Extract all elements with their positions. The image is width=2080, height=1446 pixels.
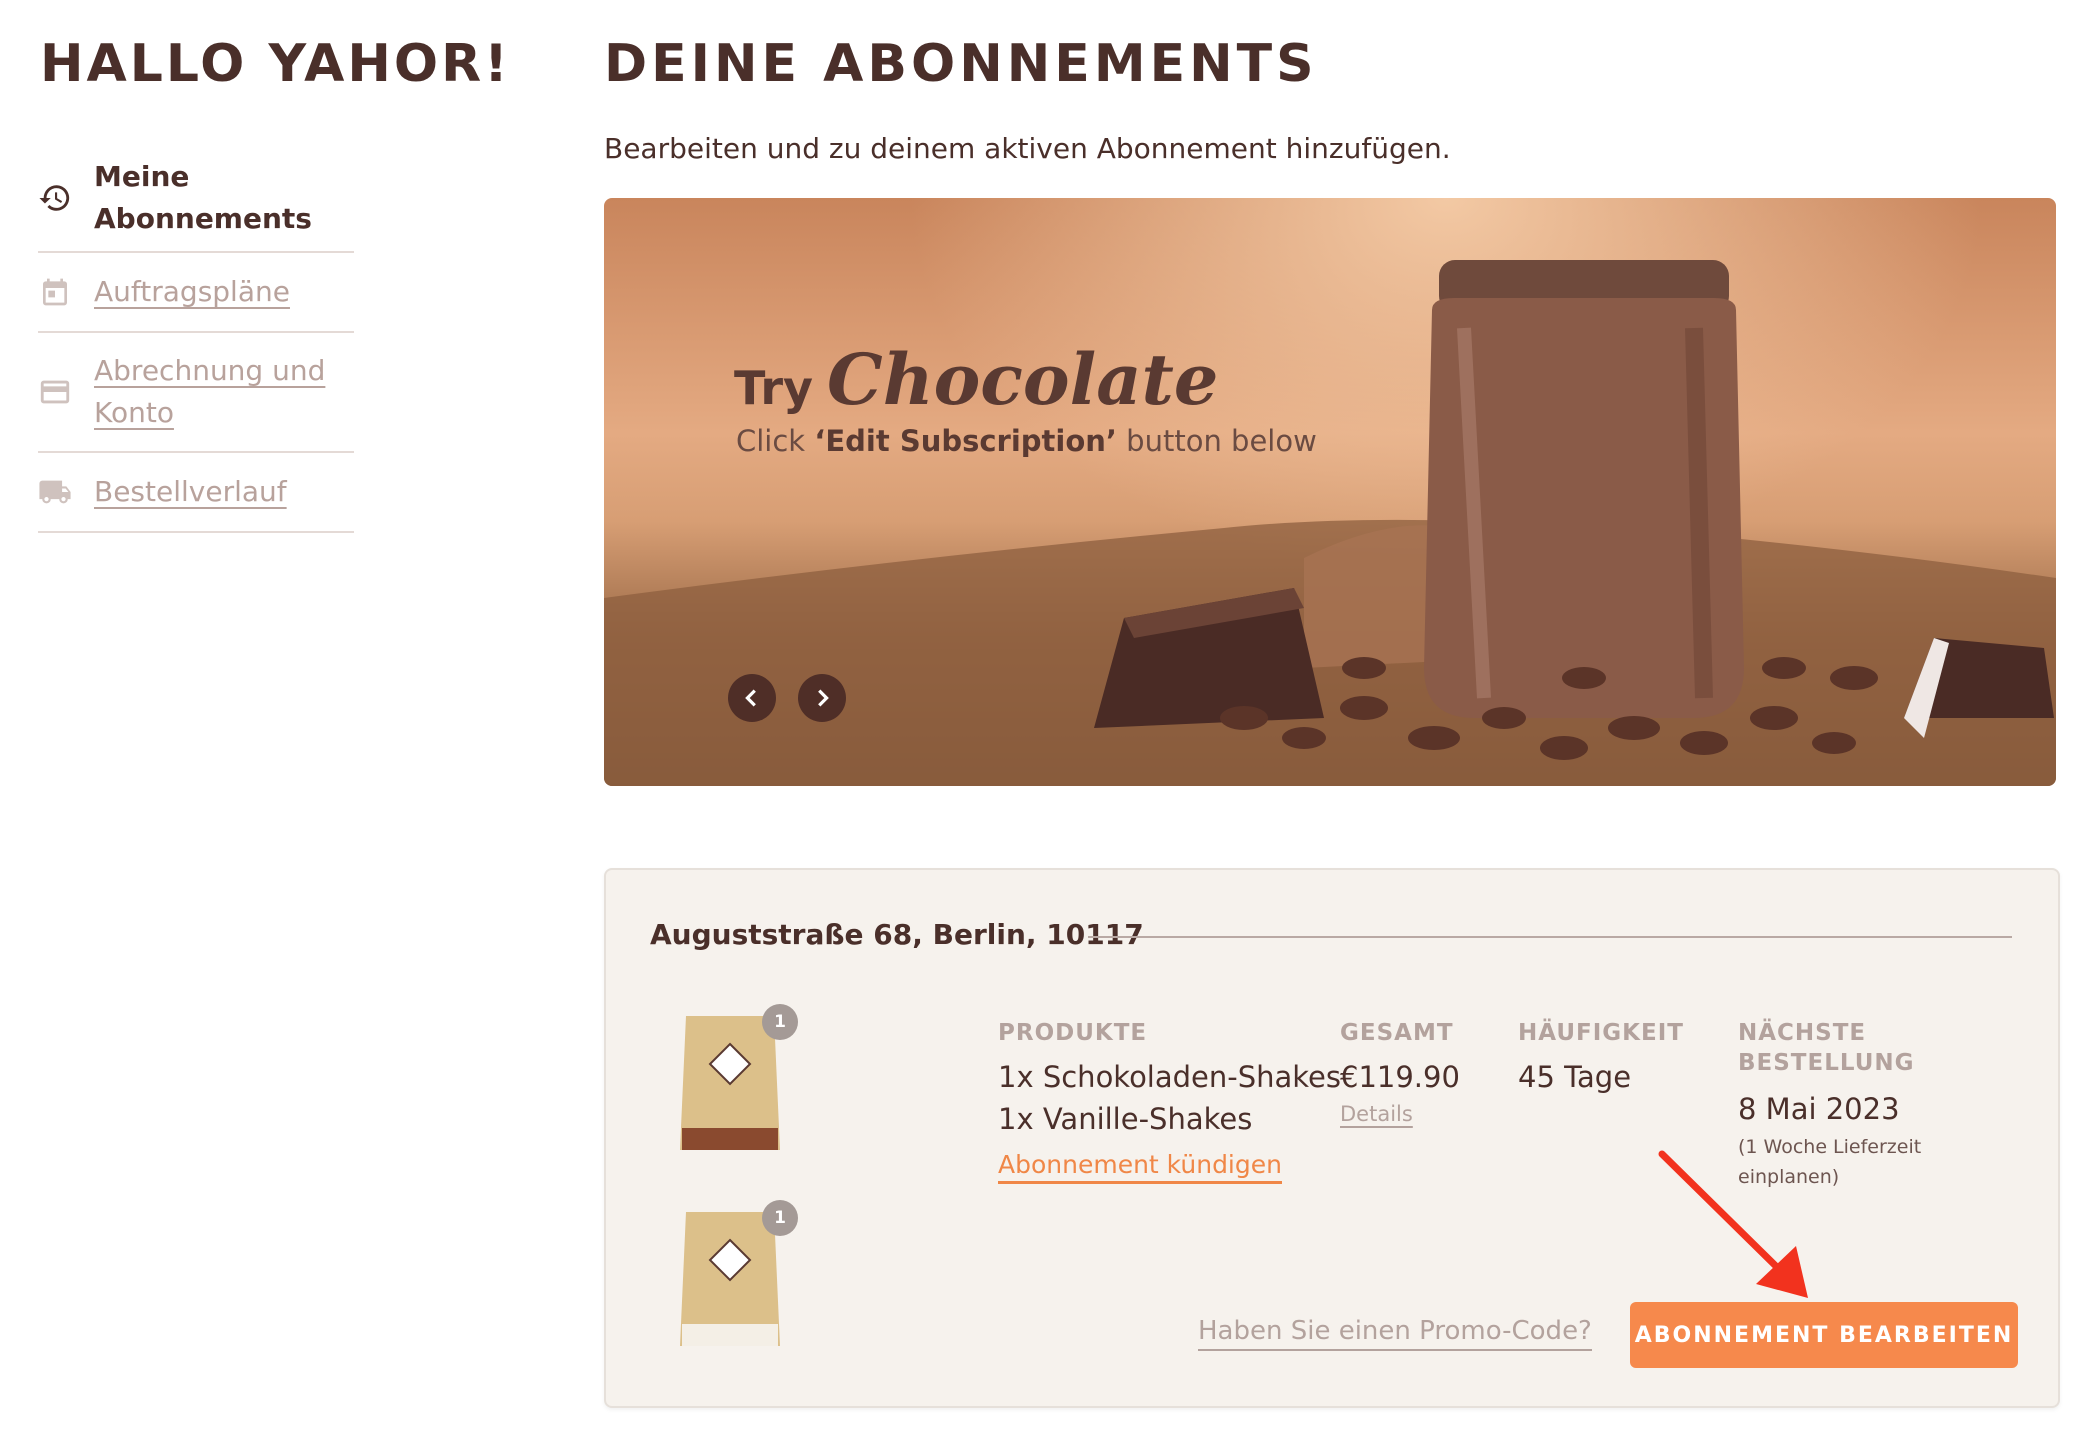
nav-label-subscriptions: Meine Abonnements xyxy=(94,160,312,235)
product-line-chocolate: 1x Schokoladen-Shakes xyxy=(998,1060,1342,1094)
nav-item-order-plans[interactable]: Auftragspläne xyxy=(38,253,354,333)
account-nav: Meine Abonnements Auftragspläne Abrechnu… xyxy=(38,145,354,533)
chevron-left-icon xyxy=(745,689,756,707)
next-order-header-line2: BESTELLUNG xyxy=(1738,1050,1915,1076)
banner-cta-bold: ‘Edit Subscription’ xyxy=(814,424,1117,458)
page-title: DEINE ABONNEMENTS xyxy=(604,34,1318,94)
details-link[interactable]: Details xyxy=(1340,1102,1413,1126)
delivery-address: Auguststraße 68, Berlin, 10117 xyxy=(650,918,1144,951)
edit-subscription-button[interactable]: ABONNEMENT BEARBEITEN xyxy=(1630,1302,2018,1368)
greeting-heading: HALLO YAHOR! xyxy=(40,34,511,94)
page-subtitle: Bearbeiten und zu deinem aktiven Abonnem… xyxy=(604,132,1451,165)
nav-label-order-history[interactable]: Bestellverlauf xyxy=(94,471,287,513)
address-divider xyxy=(1088,936,2012,938)
frequency-value: 45 Tage xyxy=(1518,1060,1632,1094)
calendar-icon xyxy=(38,275,72,309)
nav-label-order-plans[interactable]: Auftragspläne xyxy=(94,271,290,313)
next-order-header-line1: NÄCHSTE xyxy=(1738,1020,1867,1046)
carousel-next-button[interactable] xyxy=(798,674,846,722)
cancel-subscription-link[interactable]: Abonnement kündigen xyxy=(998,1150,1282,1184)
nav-label-billing[interactable]: Abrechnung und Konto xyxy=(94,350,334,434)
product-image-vanilla: 1 xyxy=(676,1200,798,1356)
nav-item-subscriptions[interactable]: Meine Abonnements xyxy=(38,145,354,253)
truck-icon xyxy=(38,475,72,509)
banner-cta-text: Click ‘Edit Subscription’ button below xyxy=(736,424,1317,458)
banner-cta-prefix: Click xyxy=(736,424,806,458)
products-header: PRODUKTE xyxy=(998,1020,1148,1046)
next-order-header: NÄCHSTE BESTELLUNG xyxy=(1738,1018,1915,1078)
quantity-badge: 1 xyxy=(762,1004,798,1040)
promo-banner: Try Chocolate Click ‘Edit Subscription’ b… xyxy=(604,198,2056,786)
banner-try-text: Try xyxy=(734,361,813,415)
history-icon xyxy=(38,181,72,215)
nav-item-billing[interactable]: Abrechnung und Konto xyxy=(38,333,354,453)
product-image-chocolate: 1 xyxy=(676,1004,798,1160)
quantity-badge: 1 xyxy=(762,1200,798,1236)
carousel-prev-button[interactable] xyxy=(728,674,776,722)
subscription-card: Auguststraße 68, Berlin, 10117 1 1 PRODU… xyxy=(604,868,2060,1408)
banner-product-text: Chocolate xyxy=(827,338,1219,421)
banner-cta-suffix: button below xyxy=(1126,424,1317,458)
chevron-right-icon xyxy=(818,689,829,707)
promo-code-link[interactable]: Haben Sie einen Promo-Code? xyxy=(1198,1316,1592,1351)
banner-headline: Try Chocolate xyxy=(734,338,1218,421)
nav-item-order-history[interactable]: Bestellverlauf xyxy=(38,453,354,533)
next-order-date: 8 Mai 2023 xyxy=(1738,1092,1900,1126)
total-amount: €119.90 xyxy=(1340,1060,1460,1094)
annotation-arrow-icon xyxy=(1658,1150,1808,1298)
frequency-header: HÄUFIGKEIT xyxy=(1518,1020,1684,1046)
total-header: GESAMT xyxy=(1340,1020,1454,1046)
credit-card-icon xyxy=(38,375,72,409)
product-line-vanilla: 1x Vanille-Shakes xyxy=(998,1102,1253,1136)
